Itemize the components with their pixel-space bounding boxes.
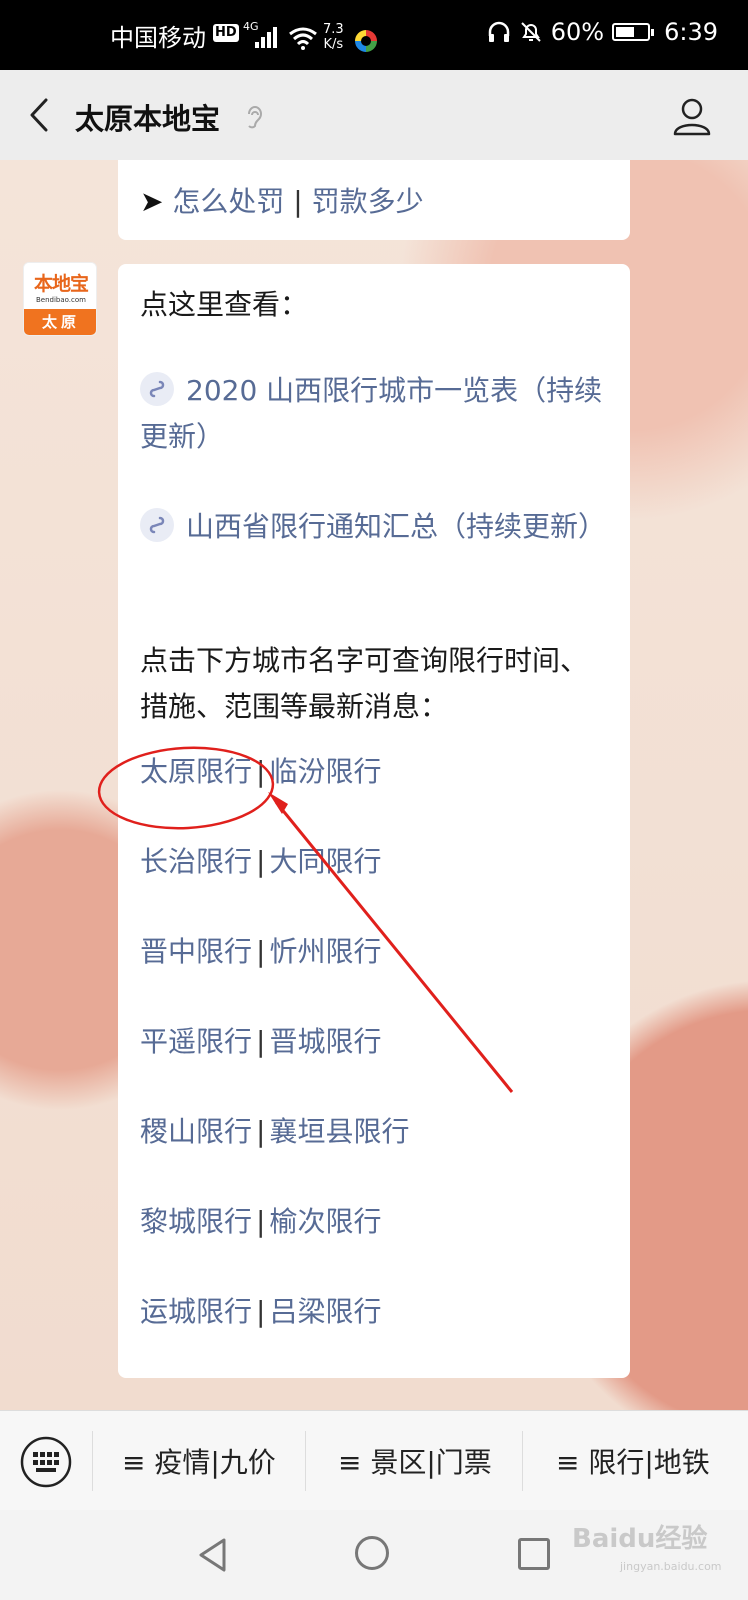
battery-icon <box>612 23 655 41</box>
menu-divider <box>92 1431 93 1491</box>
menu-epidemic-vaccine[interactable]: ≡ 疫情|九价 <box>122 1441 276 1481</box>
city-link[interactable]: 稷山限行 <box>140 1115 252 1148</box>
message-text: ➤ 怎么处罚 | 罚款多少 <box>140 180 424 220</box>
city-link[interactable]: 吕梁限行 <box>269 1295 381 1328</box>
city-link[interactable]: 忻州限行 <box>269 935 381 968</box>
menu-restriction-metro[interactable]: ≡ 限行|地铁 <box>556 1441 710 1481</box>
chat-area[interactable]: ➤ 怎么处罚 | 罚款多少 本地宝 Bendibao.com 太原 点这里查看：… <box>0 160 748 1410</box>
city-row: 晋中限行 | 忻州限行 <box>140 930 381 970</box>
menu-scenic-tickets[interactable]: ≡ 景区|门票 <box>338 1441 492 1481</box>
city-intro-text: 点击下方城市名字可查询限行时间、措施、范围等最新消息： <box>140 644 589 723</box>
separator: | <box>256 1115 266 1148</box>
message-bubble-previous: ➤ 怎么处罚 | 罚款多少 <box>118 160 630 240</box>
mini-program-icon <box>140 508 174 542</box>
chat-title: 太原本地宝 <box>75 102 221 136</box>
nav-home-icon[interactable] <box>355 1536 389 1570</box>
city-link[interactable]: 襄垣县限行 <box>269 1115 409 1148</box>
separator: | <box>256 1295 266 1328</box>
separator: | <box>256 845 266 878</box>
city-link[interactable]: 太原限行 <box>140 755 252 788</box>
network-speed: 7.3 K/s <box>323 22 344 52</box>
city-link[interactable]: 长治限行 <box>140 845 252 878</box>
wifi-icon <box>289 27 317 50</box>
message-bubble: 点这里查看： 2020 山西限行城市一览表（持续更新） 山西省限行通知汇总（持续… <box>118 264 630 1378</box>
penalty-link[interactable]: 怎么处罚 <box>172 185 284 218</box>
speed-value: 7.3 <box>323 22 344 37</box>
city-row: 黎城限行 | 榆次限行 <box>140 1200 381 1240</box>
city-row: 平遥限行 | 晋城限行 <box>140 1020 381 1060</box>
avatar-logo: 本地宝 <box>33 273 89 295</box>
nav-back-icon[interactable] <box>196 1536 230 1574</box>
city-link[interactable]: 晋中限行 <box>140 935 252 968</box>
profile-icon[interactable] <box>670 94 714 138</box>
watermark-url: jingyan.baidu.com <box>620 1560 722 1573</box>
battery-percent: 60% <box>550 18 605 46</box>
status-bar: 中国移动 HD 4G 7.3 K/s 60% 6:39 <box>0 0 748 70</box>
chat-header: 太原本地宝 <box>0 70 748 160</box>
separator: | <box>256 755 266 788</box>
mini-program-link-2[interactable]: 山西省限行通知汇总（持续更新） <box>140 504 610 550</box>
carrier-name: 中国移动 <box>110 24 206 52</box>
mute-bell-icon <box>521 22 541 42</box>
watermark-logo: Baidu经验 <box>572 1524 708 1554</box>
mini-program-icon <box>140 372 174 406</box>
nav-recent-apps-icon[interactable] <box>518 1538 550 1570</box>
menu-divider <box>522 1431 523 1491</box>
app-notification-icon <box>355 30 377 52</box>
city-link[interactable]: 黎城限行 <box>140 1205 252 1238</box>
intro-text: 点这里查看： <box>140 288 309 321</box>
city-link[interactable]: 临汾限行 <box>269 755 381 788</box>
clock: 6:39 <box>664 18 718 46</box>
hd-badge: HD <box>213 24 239 42</box>
avatar-url: Bendibao.com <box>35 296 86 304</box>
speed-unit: K/s <box>323 37 344 52</box>
arrow-icon: ➤ <box>140 185 164 218</box>
back-arrow-icon[interactable] <box>20 92 60 138</box>
separator: | <box>256 1205 266 1238</box>
headphones-icon <box>488 21 509 42</box>
ear-icon <box>248 106 263 129</box>
battery-level <box>616 27 635 37</box>
system-nav-bar: Baidu经验 jingyan.baidu.com <box>0 1510 748 1600</box>
link-text[interactable]: 山西省限行通知汇总（持续更新） <box>186 510 606 543</box>
city-link[interactable]: 运城限行 <box>140 1295 252 1328</box>
city-link[interactable]: 晋城限行 <box>269 1025 381 1058</box>
keyboard-icon[interactable] <box>20 1436 72 1488</box>
city-row: 运城限行 | 吕梁限行 <box>140 1290 381 1330</box>
avatar[interactable]: 本地宝 Bendibao.com 太原 <box>23 262 97 336</box>
fine-amount-link[interactable]: 罚款多少 <box>312 185 424 218</box>
separator: | <box>256 1025 266 1058</box>
city-link[interactable]: 大同限行 <box>269 845 381 878</box>
link-text[interactable]: 2020 山西限行城市一览表（持续更新） <box>140 374 602 453</box>
mini-program-link-1[interactable]: 2020 山西限行城市一览表（持续更新） <box>140 368 610 460</box>
city-row: 太原限行 | 临汾限行 <box>140 750 381 790</box>
city-link[interactable]: 平遥限行 <box>140 1025 252 1058</box>
city-row: 长治限行 | 大同限行 <box>140 840 381 880</box>
separator: | <box>293 185 303 218</box>
city-row: 稷山限行 | 襄垣县限行 <box>140 1110 409 1150</box>
signal-icon <box>255 26 281 48</box>
bottom-menu: ≡ 疫情|九价 ≡ 景区|门票 ≡ 限行|地铁 <box>0 1410 748 1511</box>
menu-divider <box>305 1431 306 1491</box>
city-link[interactable]: 榆次限行 <box>269 1205 381 1238</box>
avatar-city: 太原 <box>24 309 96 335</box>
separator: | <box>256 935 266 968</box>
